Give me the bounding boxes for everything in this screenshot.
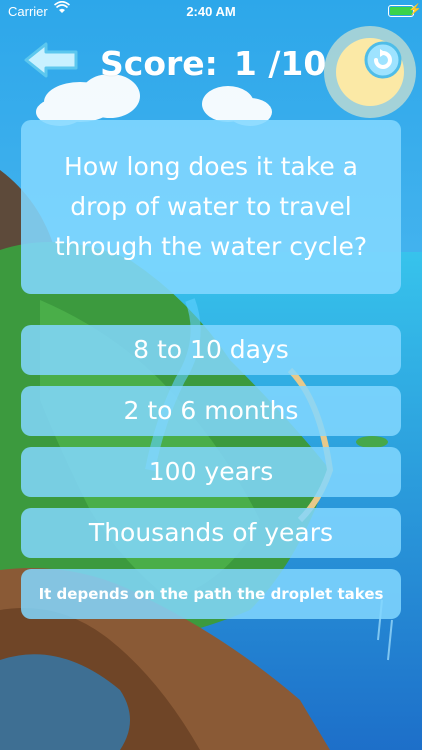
score-total: /10 (268, 44, 327, 83)
back-button[interactable] (22, 40, 80, 80)
question-line: drop of water to travel (70, 192, 352, 221)
answer-button-1[interactable]: 8 to 10 days (21, 325, 401, 375)
status-bar: Carrier 2:40 AM ⚡ (0, 0, 422, 22)
back-arrow-icon (24, 42, 78, 78)
charging-icon: ⚡ (408, 4, 422, 16)
background-illustration (0, 0, 422, 750)
question-text: How long does it take a drop of water to… (55, 147, 367, 267)
answer-button-3[interactable]: 100 years (21, 447, 401, 497)
refresh-button[interactable] (364, 40, 402, 80)
answer-button-4[interactable]: Thousands of years (21, 508, 401, 558)
score-current: 1 (233, 44, 257, 83)
status-time: 2:40 AM (186, 4, 236, 19)
answer-button-5[interactable]: It depends on the path the droplet takes (21, 569, 401, 619)
score-label: Score: (100, 44, 218, 83)
answer-button-2[interactable]: 2 to 6 months (21, 386, 401, 436)
question-line: How long does it take a (64, 152, 358, 181)
question-line: through the water cycle? (54, 232, 368, 261)
score-display: Score: 1 /10 (100, 38, 330, 90)
question-card: How long does it take a drop of water to… (21, 120, 401, 294)
refresh-icon (364, 41, 402, 79)
